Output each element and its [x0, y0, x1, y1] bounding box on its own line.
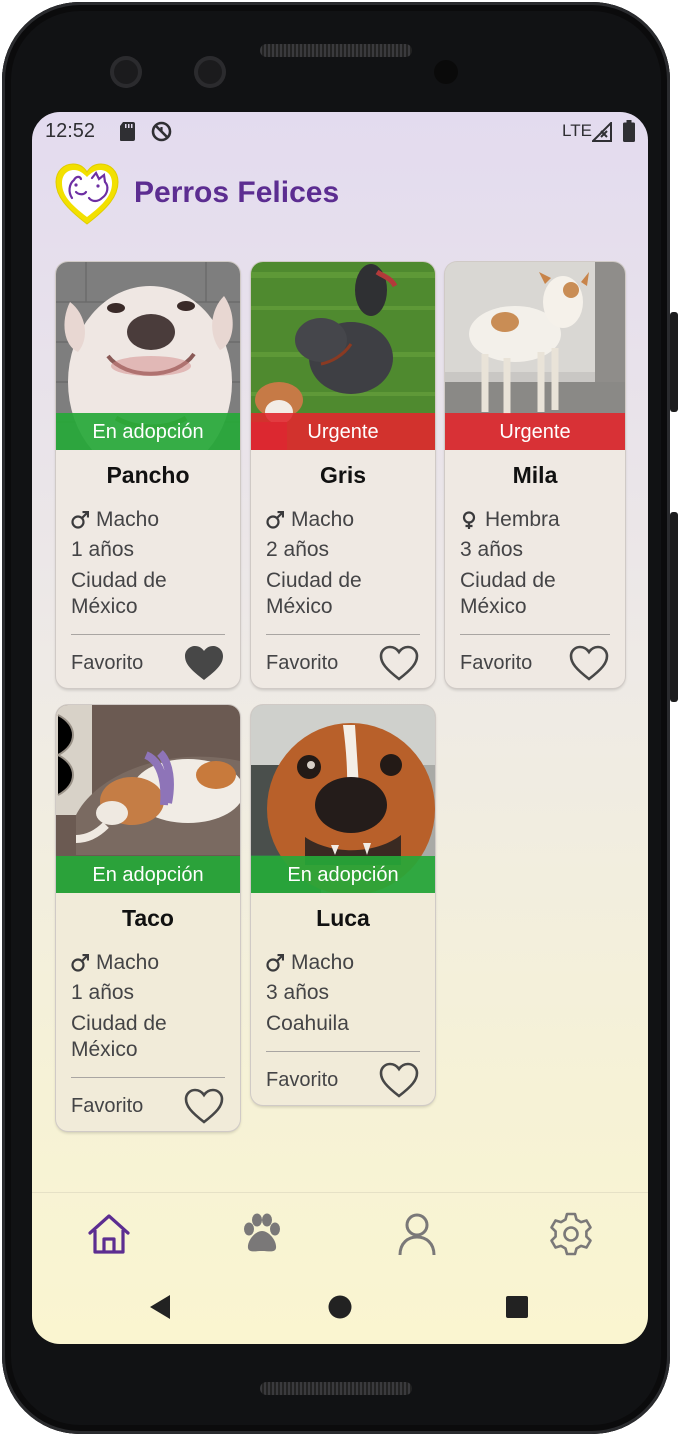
pet-sex: Macho [71, 948, 225, 978]
pet-location: Ciudad de México [266, 569, 362, 618]
male-icon [71, 954, 89, 972]
pet-card[interactable]: Urgente Gris Macho 2 años Ciudad de Méxi… [251, 262, 435, 688]
status-badge: Urgente [251, 413, 435, 450]
pet-name: Taco [122, 905, 174, 931]
favorite-label: Favorito [460, 651, 533, 674]
front-camera-left [110, 56, 142, 88]
pet-card[interactable]: En adopción Taco Macho 1 años Ciudad de … [56, 705, 240, 1131]
male-icon [266, 511, 284, 529]
status-badge: En adopción [56, 413, 240, 450]
female-icon [462, 511, 476, 529]
pet-photo: En adopción [56, 262, 240, 450]
pet-location: Coahuila [266, 1012, 349, 1035]
bottom-speaker [260, 1382, 412, 1395]
pet-age: 1 años [71, 538, 135, 561]
pet-name: Luca [316, 905, 370, 931]
pet-card[interactable]: Urgente Mila Hembra 3 años Ciudad de Méx… [445, 262, 625, 688]
paw-icon[interactable] [239, 1211, 285, 1257]
volume-button [670, 512, 678, 702]
card-body: Taco Macho 1 años Ciudad de México Favor… [56, 893, 240, 1131]
settings-icon[interactable] [548, 1211, 594, 1257]
pet-sex: Macho [71, 505, 225, 535]
heart-outline-icon[interactable] [378, 1061, 420, 1099]
recents-icon[interactable] [505, 1295, 529, 1319]
pet-location: Ciudad de México [71, 569, 167, 618]
favorite-label: Favorito [71, 1094, 144, 1117]
pet-location: Ciudad de México [460, 569, 556, 618]
proximity-sensor [434, 60, 458, 84]
pet-age: 2 años [266, 538, 330, 561]
status-time: 12:52 [45, 120, 96, 142]
data-saver-icon [151, 121, 172, 142]
pet-photo: En adopción [251, 705, 435, 893]
system-navigation [32, 1272, 648, 1344]
top-speaker [260, 44, 412, 57]
male-icon [71, 511, 89, 529]
status-badge: En adopción [56, 856, 240, 893]
pet-sex-label: Hembra [485, 508, 560, 531]
card-body: Luca Macho 3 años Coahuila Favorito [251, 893, 435, 1105]
network-type: LTE [562, 121, 592, 140]
home-icon[interactable] [86, 1211, 132, 1257]
male-icon [266, 954, 284, 972]
pet-location: Ciudad de México [71, 1012, 167, 1061]
heart-filled-icon[interactable] [183, 644, 225, 682]
app-screen: 12:52 LTE Perros Felices En adopción Pan… [32, 112, 648, 1344]
pet-card[interactable]: En adopción Pancho Macho 1 años Ciudad d… [56, 262, 240, 688]
app-bar: Perros Felices [32, 150, 648, 240]
profile-icon[interactable] [394, 1211, 440, 1257]
heart-outline-icon[interactable] [183, 1087, 225, 1125]
app-logo [55, 163, 119, 225]
sd-card-icon [120, 122, 135, 141]
status-badge: En adopción [251, 856, 435, 893]
favorite-row: Favorito [266, 635, 420, 688]
pet-sex-label: Macho [291, 951, 355, 974]
back-icon[interactable] [148, 1294, 172, 1320]
pet-name: Pancho [106, 462, 190, 488]
pet-name: Gris [319, 462, 367, 488]
favorite-row: Favorito [460, 635, 610, 688]
heart-outline-icon[interactable] [568, 644, 610, 682]
favorite-label: Favorito [266, 651, 339, 674]
home-circle-icon[interactable] [328, 1295, 352, 1319]
pet-name: Mila [512, 462, 558, 488]
favorite-label: Favorito [71, 651, 144, 674]
status-bar: 12:52 LTE [32, 112, 648, 150]
heart-outline-icon[interactable] [378, 644, 420, 682]
pet-photo: En adopción [56, 705, 240, 893]
favorite-row: Favorito [71, 1078, 225, 1131]
pet-card[interactable]: En adopción Luca Macho 3 años Coahuila F… [251, 705, 435, 1105]
pet-sex: Macho [266, 505, 420, 535]
phone-frame: 12:52 LTE Perros Felices En adopción Pan… [2, 2, 678, 1434]
status-badge: Urgente [445, 413, 625, 450]
card-body: Gris Macho 2 años Ciudad de México Favor… [251, 450, 435, 688]
pet-sex: Macho [266, 948, 420, 978]
pet-photo: Urgente [445, 262, 625, 450]
favorite-row: Favorito [71, 635, 225, 688]
pet-age: 3 años [266, 981, 330, 1004]
pet-age: 3 años [460, 538, 524, 561]
pet-sex-label: Macho [96, 508, 160, 531]
pet-sex-label: Macho [96, 951, 160, 974]
battery-icon [623, 120, 635, 142]
signal-icon [592, 122, 612, 142]
pet-sex-label: Macho [291, 508, 355, 531]
favorite-row: Favorito [266, 1052, 420, 1105]
power-button [670, 312, 678, 412]
card-body: Pancho Macho 1 años Ciudad de México Fav… [56, 450, 240, 688]
bottom-navigation [32, 1192, 648, 1273]
card-body: Mila Hembra 3 años Ciudad de México Favo… [445, 450, 625, 688]
favorite-label: Favorito [266, 1068, 339, 1091]
pet-sex: Hembra [460, 505, 610, 535]
front-camera-right [194, 56, 226, 88]
pet-age: 1 años [71, 981, 135, 1004]
pet-photo: Urgente [251, 262, 435, 450]
app-title: Perros Felices [134, 176, 340, 209]
